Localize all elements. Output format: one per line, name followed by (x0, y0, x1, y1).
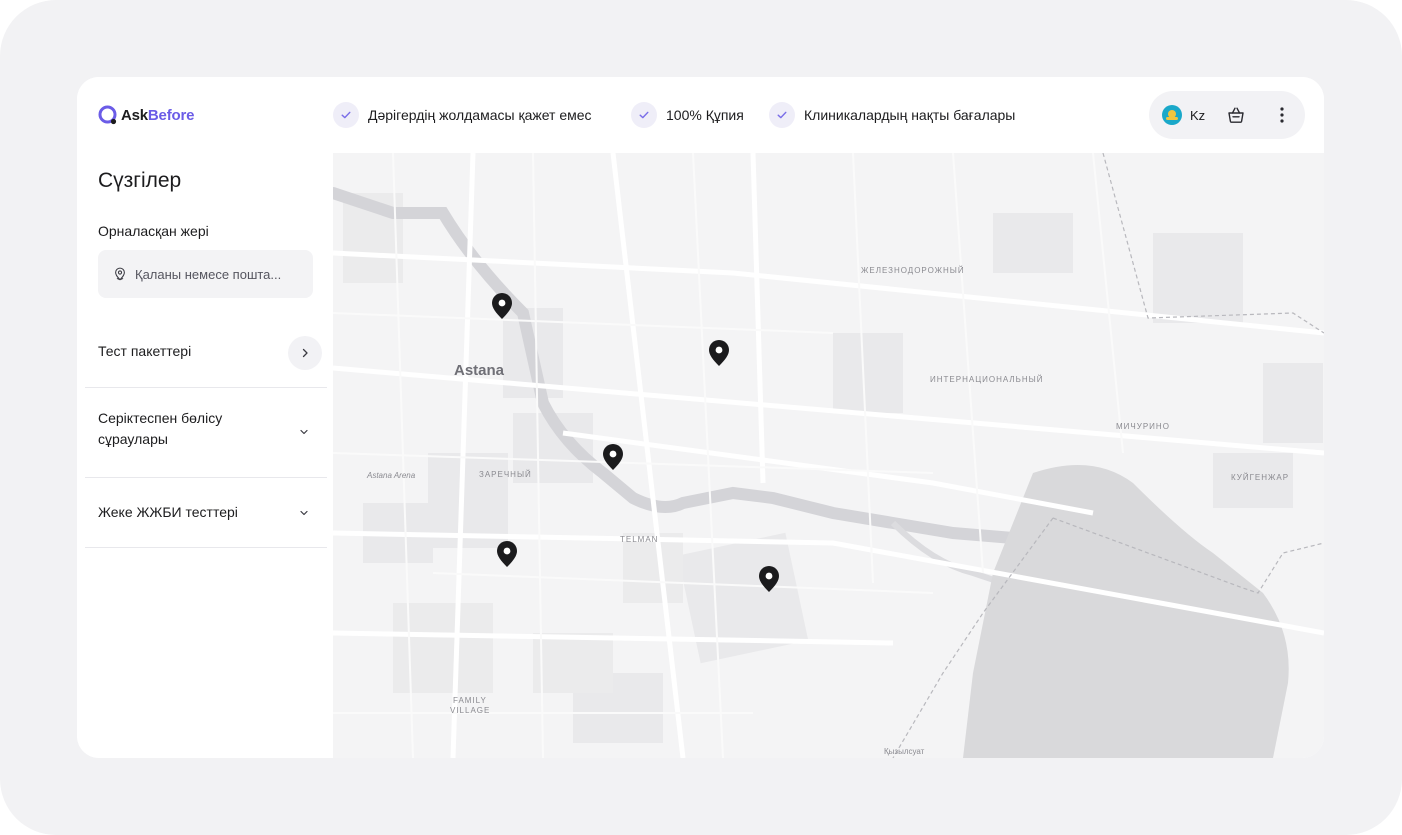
check-icon (333, 102, 359, 128)
brand-name-ask: Ask (121, 106, 148, 124)
feature-label: 100% Құпия (666, 107, 744, 123)
filters-title: Сүзгілер (98, 169, 182, 192)
brand-logo[interactable]: AskBefore (98, 105, 194, 125)
filter-individual-sti-tests[interactable]: Жеке ЖЖБИ тесттері (85, 478, 327, 548)
clinics-map[interactable]: Astana ЖЕЛЕЗНОДОРОЖНЫЙ ИНТЕРНАЦИОНАЛЬНЫЙ… (333, 153, 1324, 758)
brand-name: AskBefore (121, 107, 194, 124)
map-canvas[interactable]: Astana ЖЕЛЕЗНОДОРОЖНЫЙ ИНТЕРНАЦИОНАЛЬНЫЙ… (333, 153, 1324, 758)
location-label: Орналасқан жері (98, 223, 209, 239)
location-search-field[interactable] (98, 250, 313, 298)
map-label-district: ИНТЕРНАЦИОНАЛЬНЫЙ (930, 375, 1044, 384)
top-bar: AskBefore Дәрігердің жолдамасы қажет еме… (77, 77, 1324, 154)
map-marker-icon[interactable] (497, 541, 517, 567)
check-icon (631, 102, 657, 128)
chevron-right-icon[interactable] (288, 336, 322, 370)
kazakhstan-flag-icon (1162, 105, 1182, 125)
map-label-district: МИЧУРИНО (1116, 422, 1170, 431)
map-marker-icon[interactable] (603, 444, 623, 470)
language-switcher[interactable]: Kz (1162, 105, 1205, 125)
header-controls: Kz (1149, 91, 1305, 139)
map-label-district: VILLAGE (450, 706, 490, 715)
filter-partner-sharing[interactable]: Серіктеспен бөлісу сұраулары (85, 388, 327, 478)
map-label-district: КУЙГЕНЖАР (1231, 473, 1289, 482)
check-icon (769, 102, 795, 128)
feature-label: Клиникалардың нақты бағалары (804, 107, 1016, 123)
map-label-district: TELMAN (620, 535, 658, 544)
map-label-district: ЗАРЕЧНЫЙ (479, 470, 532, 479)
chevron-down-icon (300, 429, 308, 435)
filter-label: Серіктеспен бөлісу сұраулары (98, 410, 223, 447)
location-pin-icon (115, 267, 125, 281)
map-label-place: Astana Arena (366, 471, 416, 480)
basket-icon[interactable] (1226, 105, 1246, 125)
location-input[interactable] (133, 265, 313, 283)
chevron-down-icon (300, 510, 308, 516)
feature-no-referral: Дәрігердің жолдамасы қажет емес (333, 102, 592, 128)
map-label-district: ЖЕЛЕЗНОДОРОЖНЫЙ (861, 266, 965, 275)
logo-mark-icon (98, 105, 117, 125)
map-marker-icon[interactable] (709, 340, 729, 366)
app-frame: AskBefore Дәрігердің жолдамасы қажет еме… (0, 0, 1402, 835)
feature-label: Дәрігердің жолдамасы қажет емес (368, 107, 592, 123)
feature-real-prices: Клиникалардың нақты бағалары (769, 102, 1015, 128)
filter-label: Тест пакеттері (98, 343, 192, 359)
map-label-district: FAMILY (453, 696, 487, 705)
filter-label: Жеке ЖЖБИ тесттері (98, 504, 238, 520)
brand-name-before: Before (147, 106, 195, 124)
app-window: AskBefore Дәрігердің жолдамасы қажет еме… (77, 77, 1324, 758)
more-vertical-icon[interactable] (1271, 104, 1293, 126)
language-label: Kz (1190, 107, 1206, 123)
map-label-place: Қызылсуат (884, 747, 925, 756)
feature-confidential: 100% Құпия (631, 102, 744, 128)
filter-test-packages[interactable]: Тест пакеттері (85, 317, 327, 388)
map-label-city: Astana (454, 362, 505, 379)
filters-sidebar: Сүзгілер Орналасқан жері Тест пакеттері … (77, 153, 334, 758)
